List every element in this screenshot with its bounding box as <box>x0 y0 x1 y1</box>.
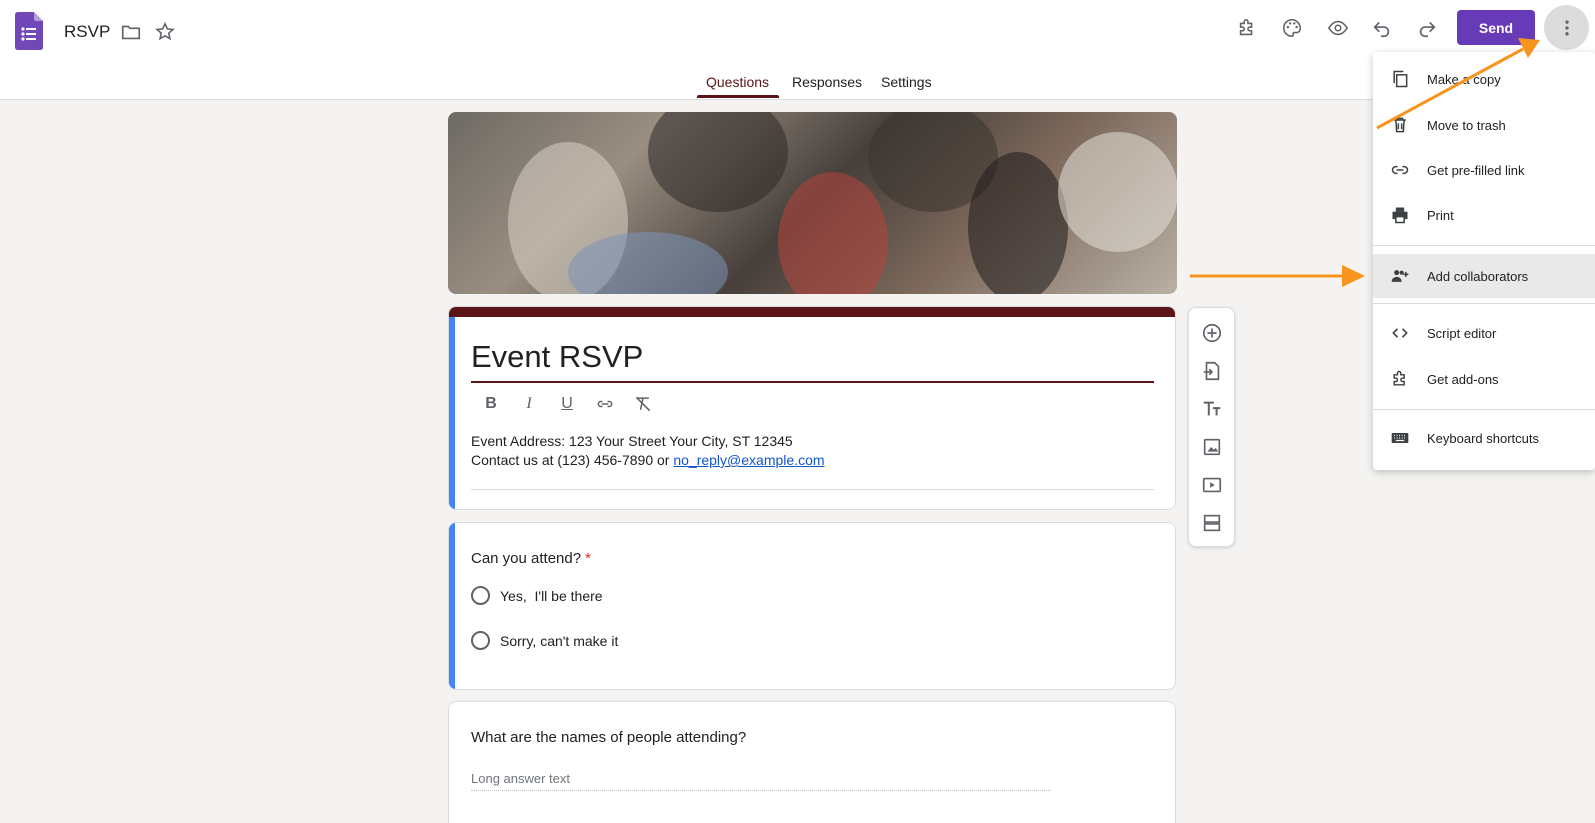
description-contact: Contact us at (123) 456-7890 or no_reply… <box>471 452 825 468</box>
undo-icon[interactable] <box>1368 14 1396 42</box>
option-no[interactable]: Sorry, can't make it <box>471 631 618 650</box>
add-image-icon[interactable] <box>1200 435 1224 459</box>
addons-icon[interactable] <box>1233 14 1261 42</box>
clear-format-icon[interactable] <box>631 392 655 416</box>
selected-card-indicator <box>449 523 455 689</box>
menu-item-make-copy[interactable]: Make a copy <box>1373 57 1595 101</box>
option-label: Yes, I'll be there <box>500 587 603 604</box>
underline-icon[interactable]: U <box>555 392 579 416</box>
add-people-icon <box>1389 265 1411 287</box>
question-card-attend[interactable]: Can you attend? * Yes, I'll be there Sorr… <box>448 522 1176 690</box>
menu-divider <box>1373 409 1595 410</box>
menu-item-script-editor[interactable]: Script editor <box>1373 311 1595 355</box>
star-icon[interactable] <box>151 18 179 46</box>
bold-icon[interactable]: B <box>479 392 503 416</box>
document-title[interactable]: RSVP <box>64 22 110 42</box>
import-questions-icon[interactable] <box>1200 359 1224 383</box>
folder-icon[interactable] <box>117 18 145 46</box>
palette-icon[interactable] <box>1278 14 1306 42</box>
more-vert-icon[interactable] <box>1544 5 1589 50</box>
menu-item-label: Get add-ons <box>1427 371 1499 387</box>
print-icon <box>1389 204 1411 226</box>
more-options-menu: Make a copy Move to trash Get pre-filled… <box>1373 52 1595 470</box>
tab-responses[interactable]: Responses <box>792 74 862 90</box>
italic-icon[interactable]: I <box>517 392 541 416</box>
option-label: Sorry, can't make it <box>500 632 619 649</box>
question-title: Can you attend? * <box>471 550 591 567</box>
active-tab-indicator <box>697 95 779 98</box>
radio-button[interactable] <box>471 586 490 605</box>
menu-item-label: Keyboard shortcuts <box>1427 430 1540 446</box>
side-toolbar <box>1188 307 1235 547</box>
preview-icon[interactable] <box>1324 14 1352 42</box>
form-title[interactable]: Event RSVP <box>471 339 643 375</box>
format-toolbar: B I U <box>479 391 655 417</box>
arrow-to-add-collaborators <box>1190 265 1365 287</box>
form-description[interactable]: Event Address: 123 Your Street Your City… <box>471 432 825 470</box>
tab-settings[interactable]: Settings <box>881 74 932 90</box>
description-underline <box>471 489 1154 490</box>
menu-item-label: Make a copy <box>1427 71 1501 87</box>
radio-button[interactable] <box>471 631 490 650</box>
description-address: Event Address: 123 Your Street Your City… <box>471 433 793 449</box>
menu-item-label: Script editor <box>1427 325 1497 341</box>
option-yes[interactable]: Yes, I'll be there <box>471 586 603 605</box>
menu-divider <box>1373 245 1595 246</box>
trash-icon <box>1389 114 1411 136</box>
long-answer-underline <box>471 790 1051 791</box>
add-question-icon[interactable] <box>1200 321 1224 345</box>
add-video-icon[interactable] <box>1200 473 1224 497</box>
question-card-names[interactable]: What are the names of people attending? … <box>448 701 1176 823</box>
menu-item-label: Move to trash <box>1427 117 1506 133</box>
tab-questions[interactable]: Questions <box>706 74 769 90</box>
keyboard-icon <box>1389 427 1411 449</box>
selected-card-indicator <box>449 317 455 509</box>
form-tabs: Questions Responses Settings <box>0 66 1595 100</box>
menu-item-move-to-trash[interactable]: Move to trash <box>1373 103 1595 147</box>
menu-divider <box>1373 303 1595 304</box>
add-section-icon[interactable] <box>1200 511 1224 535</box>
title-underline <box>471 381 1154 383</box>
menu-item-add-collaborators[interactable]: Add collaborators <box>1373 254 1595 298</box>
theme-stripe <box>449 307 1175 317</box>
header-image <box>448 112 1177 294</box>
menu-item-label: Add collaborators <box>1427 268 1529 284</box>
form-header-card[interactable]: Event RSVP B I U Event Address: 123 Your… <box>448 306 1176 510</box>
menu-item-get-prefilled-link[interactable]: Get pre-filled link <box>1373 148 1595 192</box>
required-asterisk: * <box>585 550 591 567</box>
code-icon <box>1389 322 1411 344</box>
email-link[interactable]: no_reply@example.com <box>673 452 824 468</box>
menu-item-label: Print <box>1427 207 1454 223</box>
copy-icon <box>1389 68 1411 90</box>
menu-item-keyboard-shortcuts[interactable]: Keyboard shortcuts <box>1373 416 1595 460</box>
link-icon <box>1389 159 1411 181</box>
google-forms-logo[interactable] <box>15 12 43 50</box>
redo-icon[interactable] <box>1413 14 1441 42</box>
link-icon[interactable] <box>593 392 617 416</box>
add-title-icon[interactable] <box>1200 397 1224 421</box>
question-title: What are the names of people attending? <box>471 729 747 746</box>
menu-item-get-addons[interactable]: Get add-ons <box>1373 357 1595 401</box>
long-answer-placeholder: Long answer text <box>471 771 571 786</box>
top-bar: RSVP Send Questions Responses Settings <box>0 0 1595 100</box>
send-button[interactable]: Send <box>1457 10 1535 45</box>
addons-icon <box>1389 368 1411 390</box>
menu-item-print[interactable]: Print <box>1373 193 1595 237</box>
menu-item-label: Get pre-filled link <box>1427 162 1525 178</box>
